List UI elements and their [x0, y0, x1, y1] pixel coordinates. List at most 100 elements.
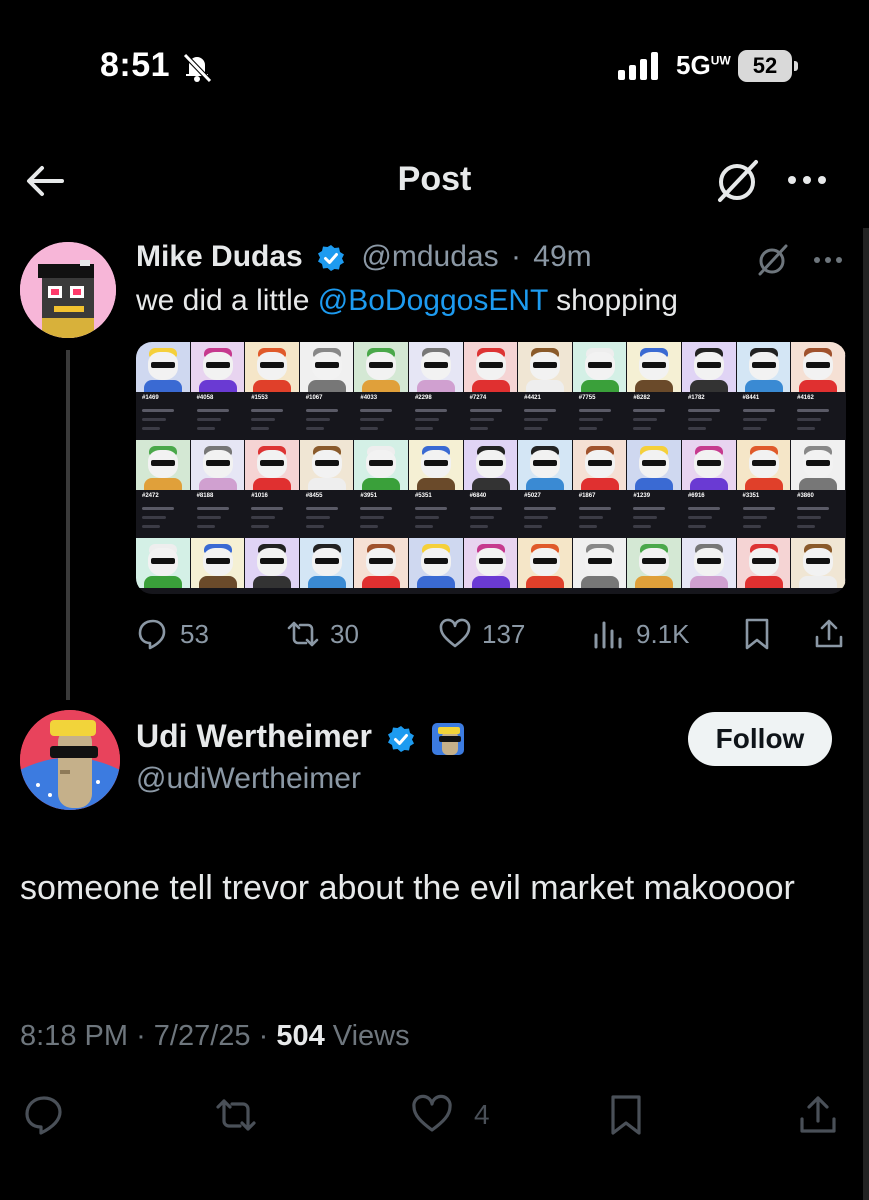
nft-meta: #1553 — [245, 392, 300, 440]
more-options-icon[interactable] — [782, 162, 832, 198]
scrollbar[interactable] — [863, 228, 869, 1200]
separator-dot: · — [510, 240, 521, 273]
nft-thumbnail — [518, 440, 573, 490]
battery-icon: 52 — [738, 50, 798, 82]
nft-thumbnail — [518, 342, 573, 392]
nft-thumbnail — [681, 342, 737, 392]
nft-id: #1782 — [687, 395, 705, 401]
post-meta: 8:18 PM · 7/27/25 · 504 Views — [20, 1020, 410, 1052]
status-time: 8:51 — [100, 46, 171, 84]
post-time: 49m — [533, 240, 592, 273]
reply-count: 53 — [180, 618, 209, 649]
author-name[interactable]: Mike Dudas — [136, 240, 303, 273]
reply-button[interactable] — [22, 1090, 66, 1140]
views-button[interactable]: 9.1K — [592, 612, 690, 656]
nft-meta: #8441 — [737, 392, 792, 440]
grok-icon[interactable] — [754, 242, 790, 278]
nft-thumbnail — [245, 342, 300, 392]
nft-thumbnail — [299, 538, 355, 588]
nft-thumbnail — [354, 538, 409, 588]
nft-id: #4162 — [797, 395, 814, 401]
nft-thumbnail — [572, 440, 628, 490]
nft-id: #6916 — [687, 493, 705, 499]
author-handle[interactable]: @mdudas — [361, 240, 498, 273]
bell-slash-icon — [183, 53, 212, 83]
top-nav: Post — [0, 130, 869, 230]
nft-meta: #8282 — [627, 392, 682, 440]
nft-id: #8455 — [305, 493, 323, 499]
nft-meta-row: #1469 #4058 #1553 #1067 #4033 #2298 #7274 #4421… — [136, 392, 846, 440]
avatar[interactable] — [20, 242, 116, 338]
nft-meta: #3351 — [737, 490, 792, 538]
like-count: 137 — [482, 618, 526, 649]
verified-badge-icon — [318, 245, 345, 272]
nft-id: #5351 — [414, 493, 432, 499]
nft-meta: #6840 — [464, 490, 519, 538]
pixel-avatar-icon — [20, 242, 116, 338]
nft-meta: #5351 — [409, 490, 464, 538]
attached-image[interactable]: #1469 #4058 #1553 #1067 #4033 #2298 #7274 #4421… — [136, 342, 846, 594]
nft-thumbnail — [136, 440, 191, 490]
bookmark-icon — [611, 1095, 641, 1135]
nft-thumbnail — [245, 538, 300, 588]
nft-id: #4058 — [196, 395, 214, 401]
nft-meta: #8455 — [300, 490, 355, 538]
nft-thumbnail — [136, 342, 191, 392]
more-options-icon[interactable] — [810, 248, 846, 272]
like-button[interactable]: 137 — [438, 612, 525, 656]
nft-id: #5027 — [524, 493, 541, 499]
nft-meta: #8188 — [191, 490, 246, 538]
nft-id: #3860 — [797, 493, 814, 499]
author-line: Mike Dudas @mdudas · 49m — [136, 240, 592, 274]
repost-count: 30 — [330, 618, 359, 649]
nft-id: #1469 — [142, 395, 159, 401]
nft-id: #2298 — [414, 395, 432, 401]
nft-id: #4033 — [360, 395, 378, 401]
thread-line — [66, 350, 70, 700]
post-text: someone tell trevor about the evil marke… — [20, 869, 795, 907]
reply-icon — [25, 1096, 62, 1135]
bookmark-button[interactable] — [604, 1090, 648, 1140]
share-button[interactable] — [796, 1090, 840, 1140]
nft-thumbnail — [190, 342, 246, 392]
nft-thumbnail — [736, 342, 792, 392]
like-button[interactable]: 4 — [410, 1090, 490, 1140]
nft-thumbnail — [518, 538, 573, 588]
status-bar: 8:51 5GUW 52 — [0, 0, 869, 120]
author-handle[interactable]: @udiWertheimer — [136, 762, 361, 796]
follow-button[interactable]: Follow — [688, 712, 832, 766]
heart-icon — [412, 1094, 452, 1132]
profile-avatar-icon — [20, 710, 120, 810]
battery-level: 52 — [738, 50, 792, 82]
nft-meta: #1067 — [300, 392, 355, 440]
nft-thumbnail — [463, 342, 519, 392]
reply-button[interactable]: 53 — [136, 612, 209, 656]
nft-meta: #1469 — [136, 392, 191, 440]
post-date[interactable]: 7/27/25 — [154, 1020, 251, 1052]
nft-thumbnail — [681, 440, 737, 490]
bookmark-button[interactable] — [740, 612, 784, 656]
network-type: 5GUW — [676, 50, 731, 80]
author-line: Udi Wertheimer — [136, 718, 466, 757]
parent-post[interactable]: Mike Dudas @mdudas · 49m we did a little… — [0, 228, 860, 700]
analytics-icon — [594, 621, 622, 649]
post-text: we did a little @BoDoggosENT shopping — [136, 284, 678, 317]
author-name[interactable]: Udi Wertheimer — [136, 718, 372, 754]
share-button[interactable] — [812, 612, 856, 656]
nft-thumbnail — [136, 538, 191, 588]
avatar[interactable] — [20, 710, 120, 810]
signal-icon — [618, 52, 658, 80]
mention-link[interactable]: @BoDoggosENT — [318, 284, 548, 317]
nft-thumbnail — [572, 342, 628, 392]
nft-thumbnail — [299, 342, 355, 392]
affiliate-badge-icon — [431, 722, 464, 755]
repost-button[interactable] — [214, 1090, 258, 1140]
post-time[interactable]: 8:18 PM — [20, 1020, 128, 1052]
nft-thumbnail — [190, 440, 246, 490]
nft-meta: #7274 — [464, 392, 519, 440]
repost-icon — [216, 1099, 256, 1131]
grok-icon[interactable] — [712, 156, 762, 206]
nft-id: #8441 — [742, 395, 760, 401]
nft-thumbnail — [463, 538, 519, 588]
repost-button[interactable]: 30 — [286, 612, 359, 656]
